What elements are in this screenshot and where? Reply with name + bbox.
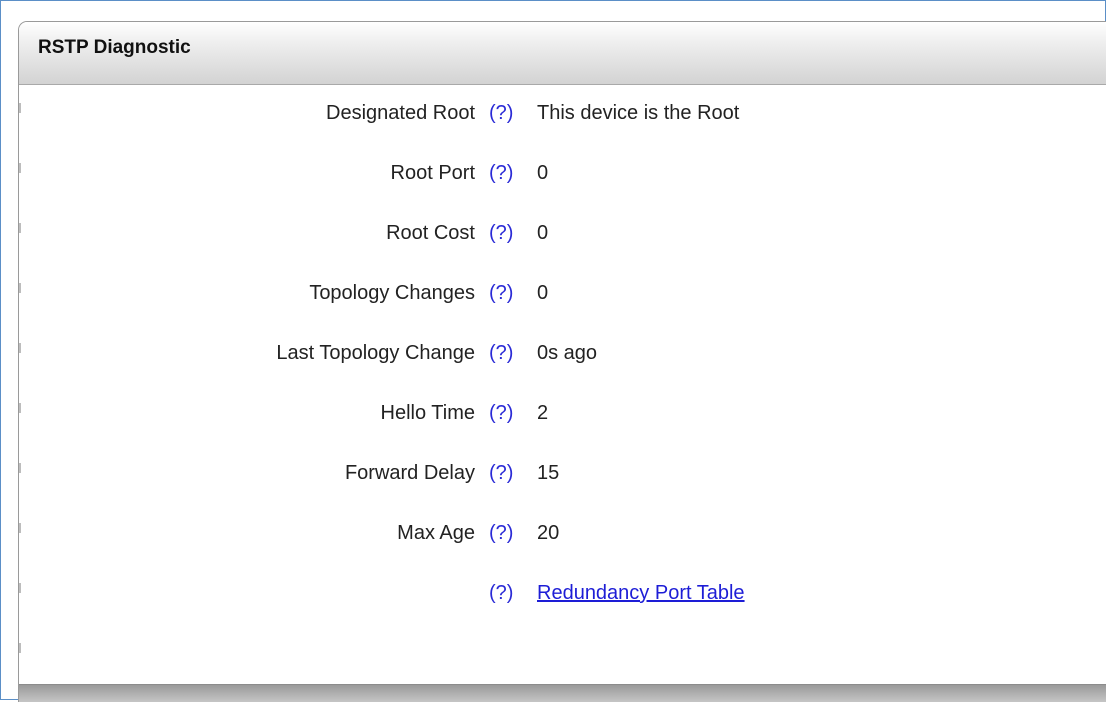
- panel-footer: [19, 684, 1106, 702]
- root-cost-help-icon[interactable]: (?): [489, 218, 513, 248]
- row-root-cost: Root Cost (?) 0: [19, 218, 1106, 248]
- forward-delay-value: 15: [537, 462, 560, 484]
- row-root-port: Root Port (?) 0: [19, 158, 1106, 188]
- last-topology-change-help-icon[interactable]: (?): [489, 338, 513, 368]
- hello-time-label: Hello Time: [380, 402, 475, 424]
- max-age-label: Max Age: [397, 522, 475, 544]
- edge-mark: [19, 643, 21, 653]
- redundancy-port-table-help-icon[interactable]: (?): [489, 578, 513, 608]
- rstp-diagnostic-panel: RSTP Diagnostic Designated Root (?) This…: [18, 21, 1106, 702]
- designated-root-label: Designated Root: [326, 102, 475, 124]
- root-port-help-icon[interactable]: (?): [489, 158, 513, 188]
- hello-time-help-icon[interactable]: (?): [489, 398, 513, 428]
- root-cost-label: Root Cost: [386, 222, 475, 244]
- row-max-age: Max Age (?) 20: [19, 518, 1106, 548]
- root-port-value: 0: [537, 162, 549, 184]
- row-hello-time: Hello Time (?) 2: [19, 398, 1106, 428]
- forward-delay-help-icon[interactable]: (?): [489, 458, 513, 488]
- last-topology-change-label: Last Topology Change: [276, 342, 475, 364]
- row-forward-delay: Forward Delay (?) 15: [19, 458, 1106, 488]
- max-age-value: 20: [537, 522, 560, 544]
- row-topology-changes: Topology Changes (?) 0: [19, 278, 1106, 308]
- row-redundancy-port-table: (?) Redundancy Port Table: [19, 578, 1106, 608]
- panel-title: RSTP Diagnostic: [38, 37, 191, 58]
- panel-header: RSTP Diagnostic: [19, 22, 1106, 85]
- redundancy-port-table-link[interactable]: Redundancy Port Table: [537, 578, 745, 608]
- topology-changes-value: 0: [537, 282, 549, 304]
- root-port-label: Root Port: [390, 162, 475, 184]
- forward-delay-label: Forward Delay: [344, 462, 475, 484]
- hello-time-value: 2: [537, 402, 549, 424]
- topology-changes-help-icon[interactable]: (?): [489, 278, 513, 308]
- max-age-help-icon[interactable]: (?): [489, 518, 513, 548]
- row-last-topology-change: Last Topology Change (?) 0s ago: [19, 338, 1106, 368]
- row-designated-root: Designated Root (?) This device is the R…: [19, 98, 1106, 128]
- designated-root-help-icon[interactable]: (?): [489, 98, 513, 128]
- designated-root-value: This device is the Root: [537, 102, 740, 124]
- root-cost-value: 0: [537, 222, 549, 244]
- topology-changes-label: Topology Changes: [309, 282, 475, 304]
- last-topology-change-value: 0s ago: [537, 342, 598, 364]
- window-frame: RSTP Diagnostic Designated Root (?) This…: [0, 0, 1106, 702]
